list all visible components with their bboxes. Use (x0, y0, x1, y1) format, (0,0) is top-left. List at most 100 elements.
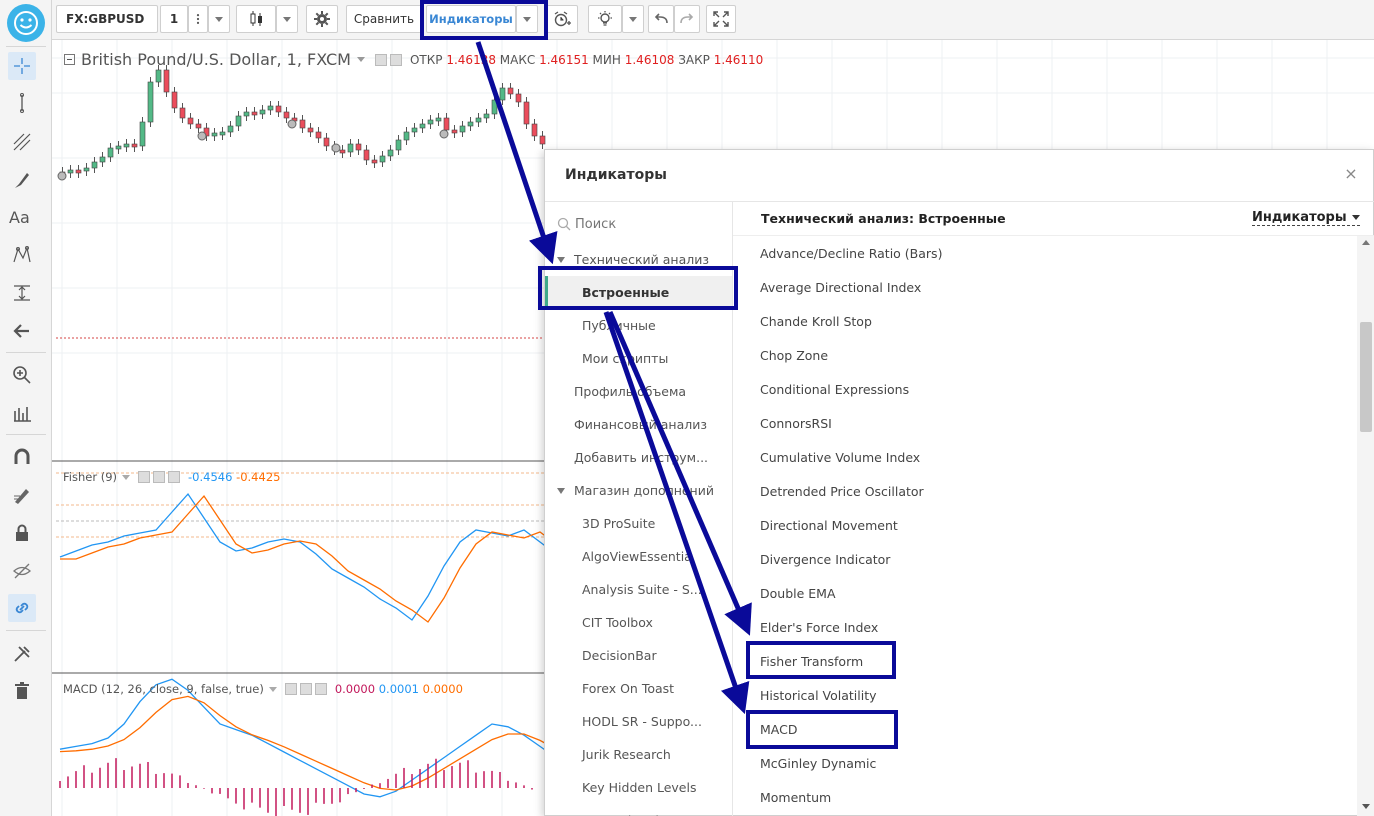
collapse-pane-icon[interactable] (64, 54, 75, 65)
indicator-list-item[interactable]: Divergence Indicator (733, 542, 1355, 576)
sidebar-item[interactable]: 3D ProSuite (545, 507, 732, 540)
scroll-up-icon[interactable] (1362, 240, 1370, 245)
indicators-type-dropdown[interactable]: Индикаторы (1252, 210, 1360, 226)
compare-button[interactable]: Сравнить (346, 5, 422, 33)
indicator-list-item[interactable]: Average Directional Index (733, 270, 1355, 304)
indicator-list-item[interactable]: Detrended Price Oscillator (733, 474, 1355, 508)
interval-dropdown-button[interactable] (208, 5, 230, 33)
zoom-in-icon[interactable] (8, 361, 36, 389)
chart-style-button[interactable] (236, 5, 276, 33)
magnet-icon[interactable] (8, 443, 36, 471)
scroll-down-icon[interactable] (1362, 804, 1370, 809)
close-icon[interactable] (168, 471, 181, 483)
interval-button[interactable]: 1 (160, 5, 188, 33)
trend-line-icon[interactable] (8, 89, 36, 117)
indicator-list-item[interactable]: Fisher Transform (733, 644, 1355, 678)
indicator-list-item[interactable]: Elder's Force Index (733, 610, 1355, 644)
indicator-list-item[interactable]: McGinley Dynamic (733, 746, 1355, 780)
indicators-dropdown-button[interactable] (516, 5, 538, 33)
indicator-list-item[interactable]: Conditional Expressions (733, 372, 1355, 406)
sidebar-item[interactable]: Встроенные (545, 276, 732, 309)
sidebar-item[interactable]: CIT Toolbox (545, 606, 732, 639)
sidebar-item[interactable]: Key Order Flow F... (545, 804, 732, 816)
sidebar-item[interactable]: Технический анализ (545, 243, 732, 276)
sidebar-item[interactable]: AlgoViewEssentia (545, 540, 732, 573)
candle-body (371, 159, 378, 164)
gear-icon[interactable] (299, 683, 312, 695)
sidebar-item[interactable]: HODL SR - Suppo... (545, 705, 732, 738)
trash-icon[interactable] (8, 677, 36, 705)
indicators-label: Индикаторы (429, 12, 513, 26)
macd-label: MACD (12, 26, close, 9, false, true) (63, 682, 264, 696)
fisher-legend: Fisher (9) -0.4546 -0.4425 (63, 470, 280, 484)
eye-icon[interactable] (284, 683, 297, 695)
close-icon[interactable] (314, 683, 327, 695)
ideas-dropdown-button[interactable] (622, 5, 644, 33)
candle-body (75, 169, 82, 174)
tools-icon[interactable] (8, 640, 36, 668)
symbol-search-button[interactable]: FX:GBPUSD (56, 5, 158, 33)
event-marker (287, 119, 297, 129)
sidebar-item[interactable]: Мои скрипты (545, 342, 732, 375)
eye-icon[interactable] (374, 53, 387, 66)
search-input[interactable] (575, 216, 715, 232)
indicators-button[interactable]: Индикаторы (426, 5, 516, 33)
indicator-list-item[interactable]: MACD (733, 712, 1355, 746)
sidebar-item[interactable]: DecisionBar (545, 639, 732, 672)
fullscreen-button[interactable] (706, 5, 736, 33)
sidebar-item[interactable]: Публичные (545, 309, 732, 342)
lock-icon[interactable] (8, 519, 36, 547)
sync-link-icon[interactable] (8, 594, 36, 622)
hide-eye-icon[interactable] (8, 557, 36, 585)
indicator-list-item[interactable]: Historical Volatility (733, 678, 1355, 712)
indicator-list-item[interactable]: Directional Movement (733, 508, 1355, 542)
sidebar-item[interactable]: Магазин дополнений (545, 474, 732, 507)
candle-body (491, 99, 498, 115)
close-label: ЗАКР (678, 52, 710, 67)
smiley-logo-icon[interactable] (7, 4, 45, 42)
measure-icon[interactable] (8, 279, 36, 307)
eye-icon[interactable] (138, 471, 151, 483)
back-arrow-icon[interactable] (8, 317, 36, 345)
close-icon[interactable]: × (1341, 164, 1361, 184)
sidebar-item[interactable]: Key Hidden Levels (545, 771, 732, 804)
chevron-down-icon[interactable] (356, 57, 365, 62)
stay-drawing-icon[interactable] (8, 481, 36, 509)
gear-icon[interactable] (153, 471, 166, 483)
chevron-down-icon[interactable] (122, 474, 131, 480)
search-box[interactable] (557, 212, 727, 236)
sidebar-item[interactable]: Forex On Toast (545, 672, 732, 705)
scrollbar[interactable] (1357, 236, 1374, 816)
indicator-list-item[interactable]: ConnorsRSI (733, 406, 1355, 440)
chevron-down-icon[interactable] (268, 686, 277, 692)
indicator-list-item[interactable]: Cumulative Volume Index (733, 440, 1355, 474)
undo-button[interactable] (648, 5, 674, 33)
alert-button[interactable] (546, 5, 578, 33)
indicator-list-item[interactable]: Double EMA (733, 576, 1355, 610)
indicator-list-item[interactable]: Advance/Decline Ratio (Bars) (733, 236, 1355, 270)
bars-pattern-icon[interactable] (8, 399, 36, 427)
sidebar-item[interactable]: Профиль объема (545, 375, 732, 408)
crosshair-icon[interactable] (8, 52, 36, 80)
pattern-icon[interactable] (8, 241, 36, 269)
sidebar-item[interactable]: Analysis Suite - S... (545, 573, 732, 606)
sidebar-item[interactable]: Добавить инструм... (545, 441, 732, 474)
ideas-button[interactable] (588, 5, 622, 33)
indicator-list-item[interactable]: Chop Zone (733, 338, 1355, 372)
brush-icon[interactable] (8, 166, 36, 194)
lightbulb-icon (598, 11, 612, 26)
scroll-thumb[interactable] (1360, 322, 1372, 432)
chart-style-dropdown-button[interactable] (276, 5, 298, 33)
indicator-list-item[interactable]: Chande Kroll Stop (733, 304, 1355, 338)
dialog-header: Индикаторы × (545, 150, 1374, 202)
interval-more-button[interactable] (188, 5, 208, 33)
sidebar-item[interactable]: Jurik Research (545, 738, 732, 771)
indicator-list-item[interactable]: Momentum (733, 780, 1355, 814)
redo-button[interactable] (674, 5, 700, 33)
pitchfork-icon[interactable] (8, 128, 36, 156)
settings-button[interactable] (306, 5, 338, 33)
fisher-label: Fisher (9) (63, 470, 118, 484)
text-tool-icon[interactable]: Aa (9, 208, 30, 227)
gear-icon[interactable] (389, 53, 402, 66)
sidebar-item[interactable]: Финансовый анализ (545, 408, 732, 441)
